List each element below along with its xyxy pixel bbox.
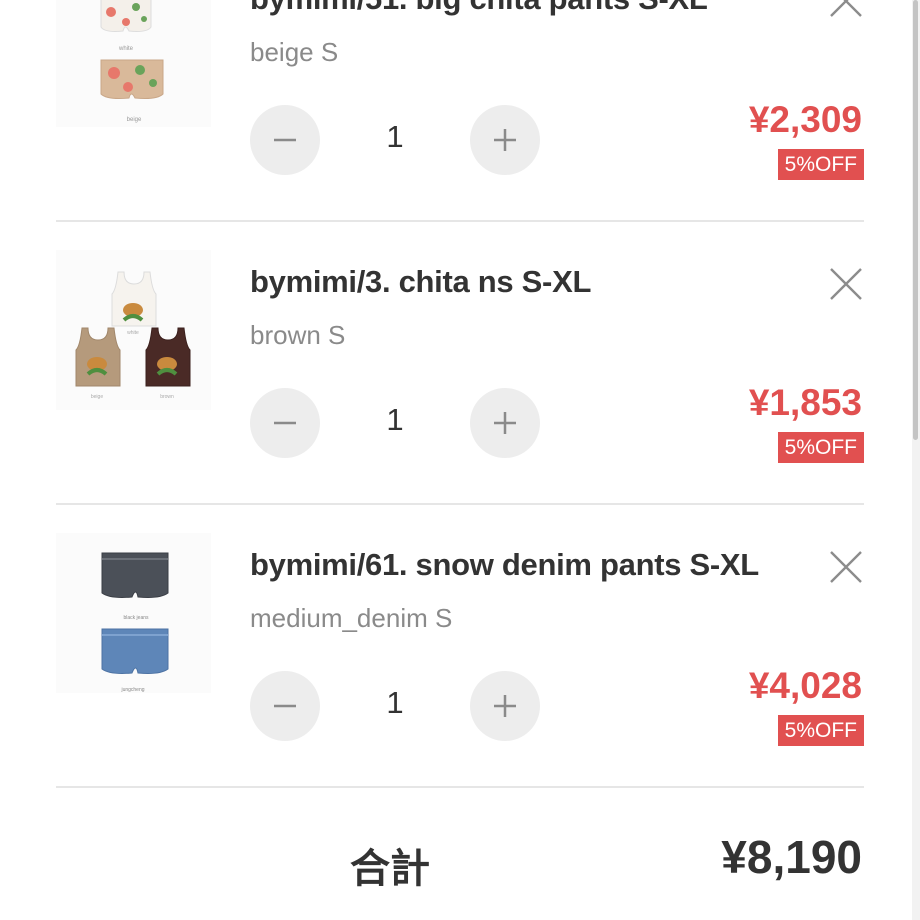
quantity-value: 1 xyxy=(386,119,404,154)
decrement-button[interactable] xyxy=(250,388,320,458)
image-caption: white xyxy=(127,330,139,336)
plus-icon xyxy=(494,412,516,434)
increment-button[interactable] xyxy=(470,671,540,741)
discount-badge: 5%OFF xyxy=(777,149,864,180)
cart-item: white beige bymimi/51. big chita pants S… xyxy=(56,0,864,222)
decrement-button[interactable] xyxy=(250,671,320,741)
close-icon xyxy=(830,268,862,300)
product-name[interactable]: bymimi/51. big chita pants S-XL xyxy=(250,0,810,17)
scrollbar[interactable] xyxy=(912,0,920,920)
close-icon xyxy=(830,0,862,17)
product-name[interactable]: bymimi/3. chita ns S-XL xyxy=(250,264,810,300)
image-caption: jungcheng xyxy=(120,687,144,693)
minus-icon xyxy=(274,138,296,142)
product-variant: brown S xyxy=(250,320,346,350)
product-image[interactable]: black jeans jungcheng xyxy=(56,533,211,693)
close-icon xyxy=(830,551,862,583)
image-caption: brown xyxy=(160,394,174,400)
increment-button[interactable] xyxy=(470,105,540,175)
decrement-button[interactable] xyxy=(250,105,320,175)
minus-icon xyxy=(274,421,296,425)
plus-icon xyxy=(494,695,516,717)
image-caption: white xyxy=(118,46,134,52)
quantity-value: 1 xyxy=(386,685,404,720)
total-label: 合計 xyxy=(350,846,430,892)
cart-item: white beige brown bymimi/3. chita ns S-X… xyxy=(56,220,864,505)
item-price: ¥4,028 xyxy=(748,665,862,706)
remove-item-button[interactable] xyxy=(828,0,864,19)
cart-item: black jeans jungcheng bymimi/61. snow de… xyxy=(56,503,864,788)
discount-badge: 5%OFF xyxy=(777,432,864,463)
minus-icon xyxy=(274,704,296,708)
quantity-value: 1 xyxy=(386,402,404,437)
total-amount: ¥8,190 xyxy=(721,831,862,883)
product-name[interactable]: bymimi/61. snow denim pants S-XL xyxy=(250,547,810,583)
plus-icon xyxy=(494,129,516,151)
product-variant: beige S xyxy=(250,37,339,67)
product-image[interactable]: white beige xyxy=(56,0,211,127)
item-price: ¥1,853 xyxy=(748,382,862,423)
product-image[interactable]: white beige brown xyxy=(56,250,211,410)
product-variant: medium_denim S xyxy=(250,603,453,633)
item-price: ¥2,309 xyxy=(748,99,862,140)
image-caption: beige xyxy=(91,394,103,400)
image-caption: beige xyxy=(127,117,142,123)
remove-item-button[interactable] xyxy=(828,549,864,585)
increment-button[interactable] xyxy=(470,388,540,458)
scrollbar-thumb[interactable] xyxy=(913,0,918,440)
image-caption: black jeans xyxy=(123,615,149,621)
cart-total-row: 合計 ¥8,190 xyxy=(56,788,864,920)
remove-item-button[interactable] xyxy=(828,266,864,302)
discount-badge: 5%OFF xyxy=(777,715,864,746)
